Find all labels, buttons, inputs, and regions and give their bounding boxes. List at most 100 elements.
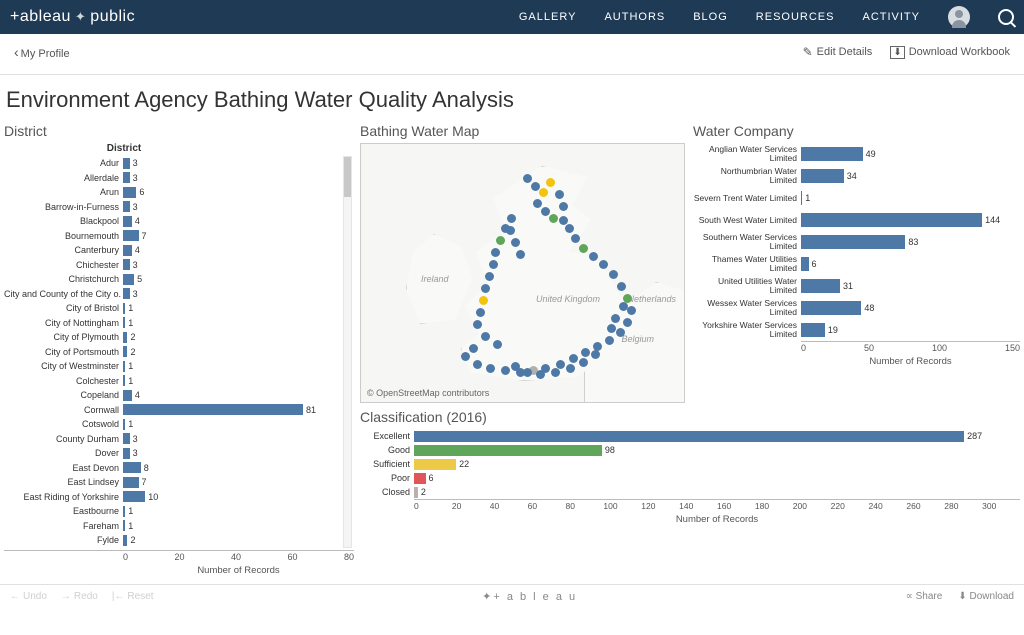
district-row[interactable]: Bournemouth7 [4,229,340,244]
nav-authors[interactable]: AUTHORS [604,11,665,23]
map-dot[interactable] [579,358,588,367]
water-company-row[interactable]: Thames Water Utilities Limited6 [693,253,1020,275]
district-bar[interactable] [123,361,125,372]
map-dot[interactable] [605,336,614,345]
district-row[interactable]: Christchurch5 [4,272,340,287]
classification-row[interactable]: Excellent287 [360,429,1020,443]
map-dot[interactable] [493,340,502,349]
district-bar[interactable] [123,288,130,299]
district-bar[interactable] [123,158,130,169]
map-dot[interactable] [569,354,578,363]
nav-gallery[interactable]: GALLERY [519,11,577,23]
district-bar[interactable] [123,477,139,488]
map-dot[interactable] [565,224,574,233]
map-dot[interactable] [623,318,632,327]
reset-button[interactable]: |← Reset [112,591,154,602]
district-bar[interactable] [123,259,130,270]
map-dot[interactable] [591,350,600,359]
district-row[interactable]: City and County of the City o.3 [4,287,340,302]
map-dot[interactable] [485,272,494,281]
district-row[interactable]: Allerdale3 [4,171,340,186]
district-bar[interactable] [123,346,127,357]
district-bar[interactable] [123,245,132,256]
district-row[interactable]: City of Portsmouth2 [4,345,340,360]
map-dot[interactable] [536,370,545,379]
district-row[interactable]: Colchester1 [4,374,340,389]
water-company-row[interactable]: Southern Water Services Limited83 [693,231,1020,253]
district-chart[interactable]: District District Adur3Allerdale3Arun6Ba… [4,123,354,576]
water-company-bar[interactable] [801,213,982,227]
district-row[interactable]: Copeland4 [4,388,340,403]
classification-row[interactable]: Poor6 [360,471,1020,485]
map-dot[interactable] [609,270,618,279]
map-dot[interactable] [555,190,564,199]
water-company-row[interactable]: Northumbrian Water Limited34 [693,165,1020,187]
water-company-bar[interactable] [801,301,861,315]
map-dot[interactable] [551,368,560,377]
water-company-bar[interactable] [801,147,863,161]
map-dot[interactable] [627,306,636,315]
nav-resources[interactable]: RESOURCES [756,11,835,23]
district-row[interactable]: Barrow-in-Furness3 [4,200,340,215]
water-company-row[interactable]: Wessex Water Services Limited48 [693,297,1020,319]
map-dot[interactable] [473,320,482,329]
district-bar[interactable] [123,433,130,444]
map-dot[interactable] [611,314,620,323]
district-row[interactable]: City of Plymouth2 [4,330,340,345]
district-bars[interactable]: Adur3Allerdale3Arun6Barrow-in-Furness3Bl… [4,156,354,548]
map-dot[interactable] [511,362,520,371]
classification-bar[interactable] [414,431,964,442]
water-company-row[interactable]: South West Water Limited144 [693,209,1020,231]
nav-activity[interactable]: ACTIVITY [862,11,920,23]
water-company-bar[interactable] [801,257,809,271]
district-row[interactable]: Fylde2 [4,533,340,548]
district-bar[interactable] [123,216,132,227]
district-bar[interactable] [123,201,130,212]
district-scrollbar[interactable] [343,156,352,548]
map-dot[interactable] [506,226,515,235]
map-dot[interactable] [559,202,568,211]
district-bar[interactable] [123,520,125,531]
district-row[interactable]: East Riding of Yorkshire10 [4,490,340,505]
redo-button[interactable]: → Redo [61,591,98,602]
district-row[interactable]: Eastbourne1 [4,504,340,519]
district-row[interactable]: Fareham1 [4,519,340,534]
district-row[interactable]: Cotswold1 [4,417,340,432]
classification-bar[interactable] [414,459,456,470]
district-bar[interactable] [123,187,136,198]
district-bar[interactable] [123,230,139,241]
map-dot[interactable] [489,260,498,269]
download-workbook-button[interactable]: Download Workbook [890,45,1010,59]
water-company-bars[interactable]: Anglian Water Services Limited49Northumb… [693,143,1020,341]
map-dot[interactable] [479,296,488,305]
classification-bars[interactable]: Excellent287Good98Sufficient22Poor6Close… [360,429,1020,499]
district-row[interactable]: Blackpool4 [4,214,340,229]
map-dot[interactable] [581,348,590,357]
district-bar[interactable] [123,448,130,459]
map-dot[interactable] [511,238,520,247]
map-dot[interactable] [599,260,608,269]
map-dot[interactable] [501,366,510,375]
map-dot[interactable] [496,236,505,245]
district-row[interactable]: Canterbury4 [4,243,340,258]
classification-row[interactable]: Good98 [360,443,1020,457]
map-dot[interactable] [533,199,542,208]
map-dot[interactable] [473,360,482,369]
district-bar[interactable] [123,404,303,415]
map-dot[interactable] [507,214,516,223]
district-bar[interactable] [123,375,125,386]
district-bar[interactable] [123,317,125,328]
map-dot[interactable] [491,248,500,257]
bathing-water-map[interactable]: Ireland United Kingdom Netherlands Belgi… [360,143,685,403]
map-dot[interactable] [579,244,588,253]
water-company-bar[interactable] [801,279,840,293]
map-dot[interactable] [469,344,478,353]
map-dot[interactable] [571,234,580,243]
water-company-bar[interactable] [801,323,825,337]
district-bar[interactable] [123,506,125,517]
map-dot[interactable] [539,188,548,197]
district-row[interactable]: Chichester3 [4,258,340,273]
district-row[interactable]: Cornwall81 [4,403,340,418]
map-dot[interactable] [531,182,540,191]
undo-button[interactable]: ← Undo [10,591,47,602]
